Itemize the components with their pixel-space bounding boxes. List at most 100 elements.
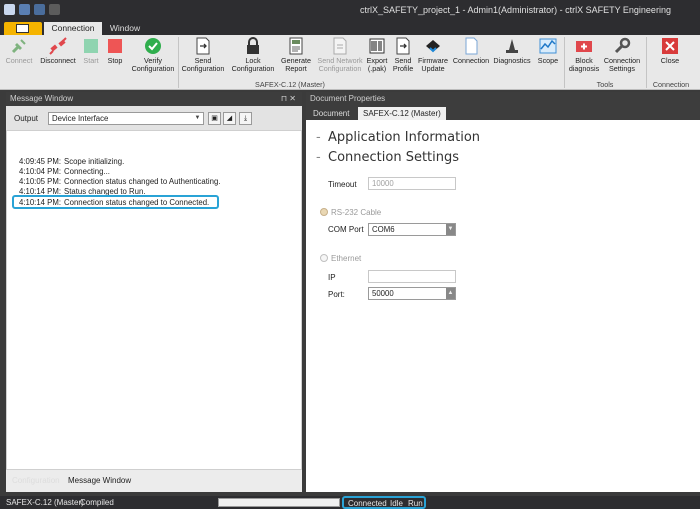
connection-dropdown-button[interactable]: Connection — [453, 35, 489, 81]
com-port-select[interactable]: COM6 ▼ — [368, 223, 456, 236]
barcode-icon — [369, 38, 385, 54]
output-select[interactable]: Device Interface ▼ — [48, 112, 204, 125]
ribbon-group-label-master: SAFEX-C.12 (Master) — [255, 80, 325, 89]
chevron-down-icon: ▼ — [446, 224, 455, 235]
log-line: 4:10:04 PM: Connecting... — [19, 167, 110, 176]
connection-settings-button[interactable]: Connection Settings — [604, 35, 640, 81]
output-select-value: Device Interface — [52, 114, 109, 123]
status-bar: SAFEX-C.12 (Master) Compiled Connected I… — [0, 496, 700, 509]
file-menu-icon — [16, 24, 29, 33]
message-window-panel: Message Window ⊓ ✕ Output Device Interfa… — [6, 92, 302, 492]
rs232-radio[interactable]: RS-232 Cable — [320, 208, 381, 217]
send-document-icon — [196, 37, 210, 55]
check-circle-icon — [145, 38, 161, 54]
tab-message-window[interactable]: Message Window — [64, 474, 136, 487]
ribbon-tab-row: Connection Window — [0, 22, 700, 35]
firmware-update-icon — [426, 40, 440, 53]
collapse-icon: - — [316, 150, 321, 165]
ribbon: Connect Disconnect Start Stop Verify Con… — [0, 35, 700, 90]
output-row: Output Device Interface ▼ ▣ ◢ ⤓ — [6, 106, 302, 130]
tab-configuration[interactable]: Configuration — [8, 474, 64, 487]
quick-access-toolbar — [4, 4, 60, 15]
panel-pin-icon[interactable]: ⊓ ✕ — [281, 92, 296, 106]
output-label: Output — [14, 114, 39, 123]
send-network-configuration-button[interactable]: Send Network Configuration — [317, 35, 363, 81]
download-icon: ⤓ — [243, 115, 248, 122]
close-icon — [662, 38, 678, 54]
connect-button[interactable]: Connect — [6, 35, 32, 81]
connection-status-box: Connected Idle Run — [342, 496, 426, 509]
export-pak-button[interactable]: Export (.pak) — [366, 35, 388, 81]
file-menu-button[interactable] — [4, 22, 42, 35]
document-properties-tabs: Document SAFEX-C.12 (Master) — [306, 106, 700, 120]
title-bar: ctrlX_SAFETY_project_1 - Admin1(Administ… — [0, 0, 700, 22]
com-port-value: COM6 — [372, 225, 395, 234]
status-idle: Idle — [390, 499, 403, 508]
lock-icon — [247, 37, 259, 54]
ethernet-radio[interactable]: Ethernet — [320, 254, 361, 263]
chevron-down-icon: ▼ — [194, 115, 201, 121]
log-line: 4:09:45 PM: Scope initializing. — [19, 157, 125, 166]
firmware-update-button[interactable]: Firmware Update — [418, 35, 448, 81]
message-window-header: Message Window ⊓ ✕ — [6, 92, 302, 106]
window-title: ctrlX_SAFETY_project_1 - Admin1(Administ… — [360, 5, 671, 15]
stepper-icon: ▲ — [446, 288, 455, 299]
download-log-button[interactable]: ⤓ — [239, 112, 252, 125]
send-configuration-button[interactable]: Send Configuration — [182, 35, 224, 81]
com-port-label: COM Port — [328, 225, 364, 234]
section-application-information[interactable]: - Application Information — [316, 130, 480, 145]
properties-body: - Application Information - Connection Set… — [306, 120, 700, 492]
tab-document[interactable]: Document — [308, 107, 354, 120]
disconnect-button[interactable]: Disconnect — [40, 35, 76, 81]
report-icon — [289, 37, 303, 55]
tab-device-master[interactable]: SAFEX-C.12 (Master) — [358, 107, 446, 120]
verify-configuration-button[interactable]: Verify Configuration — [132, 35, 174, 81]
scope-button[interactable]: Scope — [536, 35, 560, 81]
close-button[interactable]: Close — [654, 35, 686, 81]
progress-bar — [218, 498, 340, 507]
message-window-title: Message Window — [10, 94, 74, 103]
send-profile-button[interactable]: Send Profile — [392, 35, 414, 81]
clear-icon: ◢ — [226, 115, 233, 122]
radio-icon — [320, 208, 328, 216]
save-icon: ▣ — [211, 115, 218, 122]
save-icon[interactable] — [19, 4, 30, 15]
undo-icon[interactable] — [34, 4, 45, 15]
status-connected: Connected — [348, 499, 387, 508]
ribbon-group-label-connection: Connection — [652, 80, 690, 89]
status-run: Run — [408, 499, 423, 508]
ribbon-group-label-tools: Tools — [596, 80, 614, 89]
plug-connect-icon — [11, 39, 26, 54]
tab-window[interactable]: Window — [104, 22, 146, 35]
start-icon — [84, 39, 98, 53]
section-connection-settings[interactable]: - Connection Settings — [316, 150, 459, 165]
highlight-box — [12, 195, 219, 209]
tab-connection[interactable]: Connection — [44, 22, 102, 35]
save-log-button[interactable]: ▣ — [208, 112, 221, 125]
block-diagnosis-icon — [576, 41, 592, 52]
ip-input[interactable] — [368, 270, 456, 283]
redo-icon[interactable] — [49, 4, 60, 15]
block-diagnosis-button[interactable]: Block diagnosis — [568, 35, 600, 81]
diagnostics-button[interactable]: Diagnostics — [493, 35, 531, 81]
document-properties-header: Document Properties — [306, 92, 700, 106]
log-area[interactable]: 4:09:45 PM: Scope initializing. 4:10:04 P… — [6, 130, 302, 470]
generate-report-button[interactable]: Generate Report — [280, 35, 312, 81]
ip-label: IP — [328, 273, 336, 282]
port-value: 50000 — [372, 289, 394, 298]
port-select[interactable]: 50000 ▲ — [368, 287, 456, 300]
log-line: 4:10:05 PM: Connection status changed to … — [19, 177, 221, 186]
timeout-input[interactable]: 10000 — [368, 177, 456, 190]
wrench-icon — [614, 37, 631, 54]
document-icon — [465, 37, 478, 55]
stop-button[interactable]: Stop — [104, 35, 126, 81]
status-device: SAFEX-C.12 (Master) — [6, 498, 84, 507]
lock-configuration-button[interactable]: Lock Configuration — [232, 35, 274, 81]
collapse-icon: - — [316, 130, 321, 145]
stop-icon — [108, 39, 122, 53]
document-properties-panel: Document Properties Document SAFEX-C.12 … — [306, 92, 700, 492]
plug-disconnect-icon — [49, 37, 67, 55]
clear-log-button[interactable]: ◢ — [223, 112, 236, 125]
left-panel-tabs: Configuration Message Window — [6, 474, 302, 488]
radio-icon — [320, 254, 328, 262]
